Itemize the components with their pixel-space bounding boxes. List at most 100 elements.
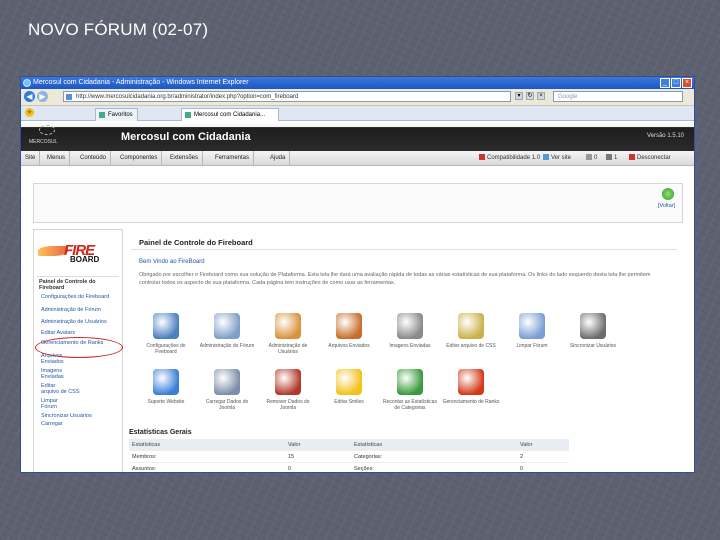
grid-item[interactable]: Limpar Fórum xyxy=(503,309,561,361)
wrench-icon xyxy=(153,313,179,339)
highlight-ellipse xyxy=(35,337,123,358)
fireboard-logo: FIRE BOARD xyxy=(38,242,120,264)
remove-icon xyxy=(275,369,301,395)
grid-item[interactable]: Administração de Usuários xyxy=(259,309,317,361)
tab-bar: ★ Favoritos Mercosul com Cidadania... xyxy=(21,106,694,121)
grid-item[interactable]: Configurações do Fireboard xyxy=(137,309,195,361)
divider xyxy=(131,249,677,250)
grid-item-label: Configurações do Fireboard xyxy=(146,343,186,355)
grid-item[interactable]: Recontar as Estatísticas de Categorias xyxy=(381,365,439,417)
grid-item-label: Limpar Fórum xyxy=(516,343,548,349)
logout-link[interactable]: Desconectar xyxy=(629,154,671,161)
group-sub: Fórum xyxy=(41,404,57,410)
grid-item-label: Sincronizar Usuários xyxy=(569,343,617,349)
menu-ajuda[interactable]: Ajuda xyxy=(266,151,291,165)
table-row: Membros: 15 Categorias: 2 xyxy=(129,450,569,463)
window-title: Mercosul com Cidadania - Administração -… xyxy=(33,79,249,86)
control-panel: Painel de Controle do Fireboard Bem Vind… xyxy=(127,229,681,472)
grid-item-label: Arquivos Enviados xyxy=(328,343,370,349)
menu-site[interactable]: Site xyxy=(21,151,41,165)
stop-icon[interactable]: × xyxy=(537,92,545,100)
compat-status[interactable]: Compatibilidade 1.0 xyxy=(479,154,540,161)
sidebar-item-avatars[interactable]: Editar Avatars xyxy=(37,329,119,338)
table-header: Estatísticas xyxy=(351,439,517,451)
sidebar-item-css[interactable]: Editar arquivo de CSS xyxy=(37,381,119,396)
view-site-link[interactable]: Ver site xyxy=(543,154,571,161)
favorites-star-icon[interactable]: ★ xyxy=(25,108,34,117)
tab-favorites[interactable]: Favoritos xyxy=(95,108,138,121)
sidebar-item-config[interactable]: Configurações do Fireboard xyxy=(37,293,119,302)
grid-item[interactable]: Editar Smiles xyxy=(320,365,378,417)
ie-icon xyxy=(23,79,31,87)
site-logo[interactable]: MERCOSUL xyxy=(29,125,71,147)
table-header: Valor xyxy=(517,439,569,451)
view-site-icon xyxy=(543,154,549,160)
back-button-icon[interactable] xyxy=(662,188,674,200)
dropdown-icon[interactable]: ▾ xyxy=(515,92,523,100)
refresh-icon[interactable]: ↻ xyxy=(526,92,534,100)
address-text: http://www.mercosulcidadania.org.br/admi… xyxy=(76,94,299,100)
grid-item-label: Gerenciamento de Ranks xyxy=(442,399,500,405)
page-icon xyxy=(66,94,72,100)
grid-item-label: Imagens Enviadas xyxy=(389,343,431,349)
menu-conteudo[interactable]: Conteúdo xyxy=(76,151,112,165)
tab-label: Favoritos xyxy=(108,112,133,118)
site-logo-text: MERCOSUL xyxy=(29,139,58,145)
grid-item[interactable]: Imagens Enviadas xyxy=(381,309,439,361)
sidebar-item-forum-admin[interactable]: Administração de Fórum xyxy=(37,306,119,315)
images-icon xyxy=(397,313,423,339)
load-icon xyxy=(214,369,240,395)
grid-item-label: Administração do Fórum xyxy=(199,343,255,349)
table-header-row: Estatísticas Valor Estatísticas Valor xyxy=(129,439,569,451)
menu-componentes[interactable]: Componentes xyxy=(116,151,163,165)
sidebar-item-images[interactable]: Imagens Enviadas xyxy=(37,366,119,381)
grid-item-label: Administração de Usuários xyxy=(268,343,308,355)
table-cell: Assuntos: xyxy=(129,462,285,472)
description-text: Obrigado por escolher o Fireboard como s… xyxy=(139,272,651,286)
favicon-icon xyxy=(185,112,191,118)
grid-item[interactable]: Remover Dados do Joomla xyxy=(259,365,317,417)
back-icon[interactable]: ◀ xyxy=(24,91,35,102)
grid-item-label: Editar arquivo de CSS xyxy=(446,343,496,349)
messages-count[interactable]: 0 xyxy=(586,154,597,161)
grid-item[interactable]: Editar arquivo de CSS xyxy=(442,309,500,361)
address-field[interactable]: http://www.mercosulcidadania.org.br/admi… xyxy=(63,91,511,102)
tab-active[interactable]: Mercosul com Cidadania... xyxy=(181,108,279,121)
help-icon xyxy=(153,369,179,395)
user-icon xyxy=(606,154,612,160)
table-row: Assuntos: 0 Seções: 0 xyxy=(129,462,569,472)
menu-ferramentas[interactable]: Ferramentas xyxy=(211,151,255,165)
sidebar-item-sync[interactable]: Sincronizar Usuários xyxy=(37,411,119,420)
back-button-label[interactable]: [Voltar] xyxy=(658,203,675,209)
address-bar-row: ◀ ▶ http://www.mercosulcidadania.org.br/… xyxy=(21,89,694,106)
search-input[interactable]: Google xyxy=(553,91,683,102)
grid-item[interactable]: Administração do Fórum xyxy=(198,309,256,361)
grid-item[interactable]: Carregar Dados do Joomla xyxy=(198,365,256,417)
sidebar-item-clean[interactable]: Limpar Fórum xyxy=(37,396,119,411)
menu-extensoes[interactable]: Extensões xyxy=(166,151,204,165)
users-icon xyxy=(275,313,301,339)
grid-item[interactable]: Suporte Website xyxy=(137,365,195,417)
maximize-icon[interactable]: □ xyxy=(671,78,681,88)
table-cell: Categorias: xyxy=(351,450,517,463)
forward-icon[interactable]: ▶ xyxy=(37,91,48,102)
edit-css-icon xyxy=(458,313,484,339)
recount-icon xyxy=(397,369,423,395)
table-header: Estatísticas xyxy=(129,439,285,451)
ranks-icon xyxy=(458,369,484,395)
grid-item[interactable]: Sincronizar Usuários xyxy=(564,309,622,361)
window-controls: _ □ × xyxy=(660,78,692,88)
grid-item[interactable]: Gerenciamento de Ranks xyxy=(442,365,500,417)
close-icon[interactable]: × xyxy=(682,78,692,88)
group-sub: Enviadas xyxy=(41,374,64,380)
users-online[interactable]: 1 xyxy=(606,154,617,161)
minimize-icon[interactable]: _ xyxy=(660,78,670,88)
table-cell: Membros: xyxy=(129,450,285,463)
grid-item-label: Suporte Website xyxy=(147,399,185,405)
grid-item[interactable]: Arquivos Enviados xyxy=(320,309,378,361)
toolbar-panel: [Voltar] xyxy=(33,183,683,223)
tab-label: Mercosul com Cidadania... xyxy=(194,112,266,118)
sidebar-item-load[interactable]: Carregar xyxy=(37,419,119,428)
menu-menus[interactable]: Menus xyxy=(43,151,71,165)
sidebar-item-user-admin[interactable]: Administração de Usuários xyxy=(37,318,119,327)
